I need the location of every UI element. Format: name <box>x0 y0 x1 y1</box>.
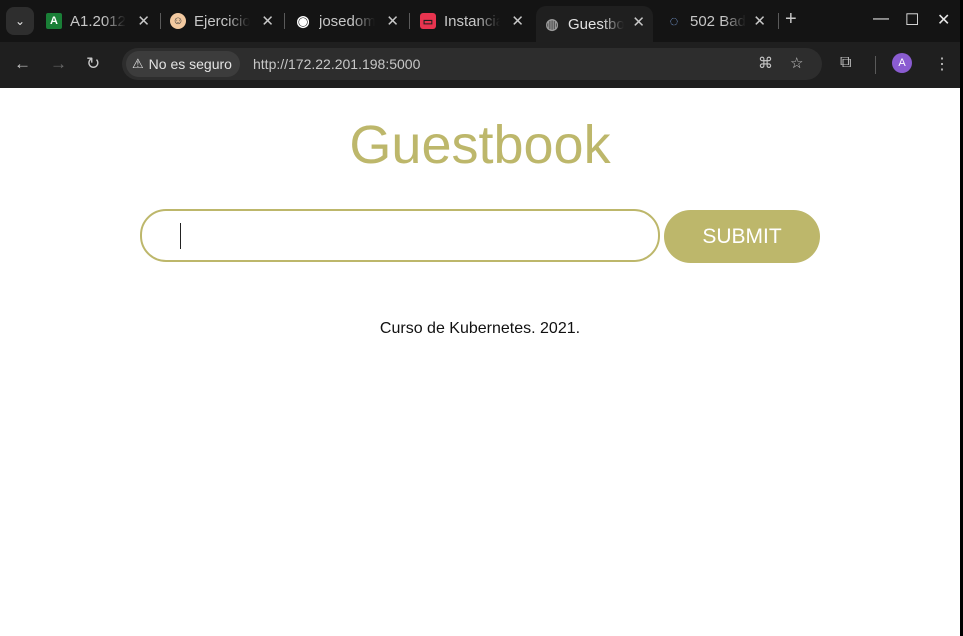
maximize-button[interactable]: ☐ <box>905 10 919 30</box>
tab-label: A1.2012 <box>70 12 126 30</box>
browser-toolbar: ← → ↻ ⚠ No es seguro http://172.22.201.1… <box>0 42 960 88</box>
warning-icon: ⚠ <box>132 56 144 71</box>
tab-strip: ⌄ A A1.2012 ✕ ☺ Ejercicio ✕ ◉ josedom ✕ … <box>0 0 960 42</box>
arrow-left-icon: ← <box>14 54 31 73</box>
tab-guestbook[interactable]: ◍ Guestbook ✕ <box>536 6 653 42</box>
minimize-button[interactable]: — <box>873 10 889 28</box>
tab-label: Ejercicio <box>194 12 250 30</box>
bookmark-star-icon[interactable]: ☆ <box>790 54 803 72</box>
page-viewport: Guestbook SUBMIT Curso de Kubernetes. 20… <box>0 88 960 636</box>
close-icon[interactable]: ✕ <box>632 13 645 31</box>
tab-label: Instancia <box>444 12 500 30</box>
address-bar[interactable]: ⚠ No es seguro http://172.22.201.198:500… <box>122 48 822 80</box>
tab-ejercicio[interactable]: ☺ Ejercicio ✕ <box>170 6 282 36</box>
tab-separator <box>284 13 285 29</box>
close-icon[interactable]: ✕ <box>261 12 274 30</box>
page-title: Guestbook <box>349 115 611 175</box>
close-icon[interactable]: ✕ <box>386 12 399 30</box>
close-icon[interactable]: ✕ <box>511 12 524 30</box>
new-tab-button[interactable]: + <box>785 8 797 31</box>
arrow-right-icon: → <box>50 54 67 73</box>
extensions-icon[interactable]: ⧉ <box>840 54 851 72</box>
tab-label: josedom <box>319 12 375 30</box>
tab-502[interactable]: ◌ 502 Bad ✕ <box>666 6 774 36</box>
github-icon: ◉ <box>296 13 310 30</box>
security-indicator[interactable]: ⚠ No es seguro <box>126 51 240 77</box>
tab-separator <box>160 13 161 29</box>
back-button[interactable]: ← <box>14 54 31 74</box>
profile-avatar[interactable]: A <box>892 53 912 73</box>
tab-separator <box>778 13 779 29</box>
close-icon[interactable]: ✕ <box>753 12 766 30</box>
submit-button[interactable]: SUBMIT <box>664 210 820 263</box>
reload-icon: ↻ <box>86 54 101 73</box>
url-text[interactable]: http://172.22.201.198:5000 <box>253 56 420 72</box>
reload-button[interactable]: ↻ <box>86 54 100 74</box>
globe-icon: ◍ <box>545 16 559 33</box>
tab-instancia[interactable]: ▭ Instancia ✕ <box>420 6 532 36</box>
loading-spinner-icon: ◌ <box>669 12 679 30</box>
tab-label: 502 Bad <box>690 12 746 30</box>
chevron-down-icon: ⌄ <box>14 14 26 28</box>
window-close-button[interactable]: ✕ <box>937 10 950 30</box>
tab-label: Guestbook <box>568 15 624 33</box>
tab-josedom[interactable]: ◉ josedom ✕ <box>295 6 407 36</box>
toolbar-divider <box>875 56 876 74</box>
avatar-favicon-icon: ☺ <box>170 13 186 29</box>
forward-button[interactable]: → <box>50 54 67 74</box>
page-footer: Curso de Kubernetes. 2021. <box>379 320 581 337</box>
security-label: No es seguro <box>148 56 232 72</box>
openstack-icon: ▭ <box>420 13 436 29</box>
menu-icon[interactable]: ⋮ <box>934 54 950 74</box>
text-caret <box>180 223 181 249</box>
a-logo-icon: A <box>46 13 62 29</box>
guestbook-entry-input[interactable] <box>140 209 660 262</box>
tab-a1[interactable]: A A1.2012 ✕ <box>46 6 158 36</box>
tab-search-button[interactable]: ⌄ <box>6 7 34 35</box>
tab-separator <box>409 13 410 29</box>
browser-chrome: ⌄ A A1.2012 ✕ ☺ Ejercicio ✕ ◉ josedom ✕ … <box>0 0 960 88</box>
translate-icon[interactable]: ⌘ <box>758 54 773 72</box>
close-icon[interactable]: ✕ <box>137 12 150 30</box>
